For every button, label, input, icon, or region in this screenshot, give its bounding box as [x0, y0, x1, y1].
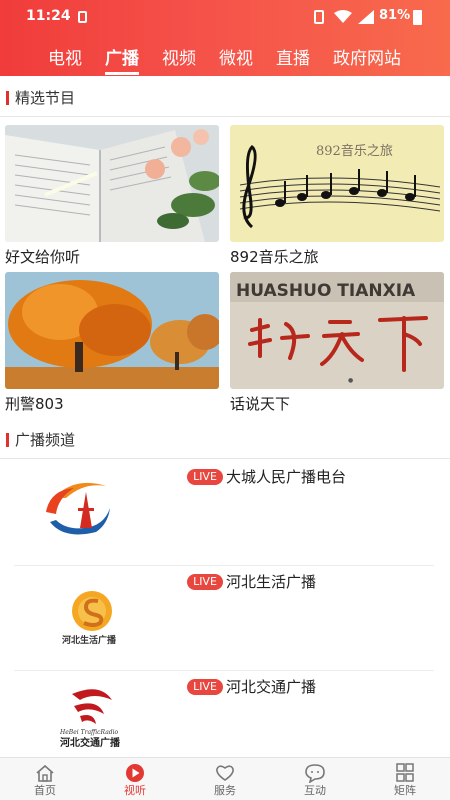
logo-text: 河北生活广播 [62, 634, 117, 646]
program-thumbnail[interactable] [5, 272, 219, 389]
active-tab-indicator [105, 72, 139, 75]
tab-live[interactable]: 直播 [276, 44, 310, 69]
channel-name: 河北生活广播 [226, 573, 317, 591]
svg-text:●: ● [348, 377, 353, 384]
nav-label: 服务 [214, 784, 236, 797]
live-badge: LIVE [187, 679, 223, 695]
play-icon [126, 764, 144, 782]
bottom-nav: 首页 视听 服务 互动 矩阵 [0, 757, 450, 800]
channel-divider [14, 565, 434, 566]
wifi-icon [334, 10, 352, 23]
battery-percent: 81% [379, 8, 411, 23]
program-thumbnail[interactable]: HUASHUO TIANXIA ● [230, 272, 444, 389]
vibrate-icon [314, 10, 324, 24]
status-bar: 11:24 81% [0, 0, 450, 34]
music-image-text: 892音乐之旅 [316, 143, 393, 159]
divider [0, 116, 450, 117]
tab-video[interactable]: 视频 [162, 44, 196, 69]
channels-title-text: 广播频道 [15, 431, 76, 449]
notification-icon [78, 11, 87, 23]
channel-logo: 河北生活广播 [14, 567, 174, 665]
channel-name: 大城人民广播电台 [226, 468, 347, 486]
section-marker [6, 433, 9, 447]
home-icon [36, 764, 54, 782]
channel-item-dacheng[interactable]: LIVE 大城人民广播电台 [14, 462, 434, 566]
nav-label: 互动 [304, 784, 326, 797]
logo-text: 河北交通广播 [60, 736, 121, 749]
tab-tv[interactable]: 电视 [48, 44, 82, 69]
nav-label: 视听 [124, 784, 146, 797]
live-badge: LIVE [187, 469, 223, 485]
nav-home[interactable]: 首页 [10, 758, 80, 800]
program-card-xingjing[interactable]: 刑警803 [5, 272, 219, 414]
nav-label: 矩阵 [394, 784, 416, 797]
program-card-music[interactable]: 892音乐之旅 892音乐之旅 [230, 125, 444, 267]
channel-logo: HeBei TrafficRadio 河北交通广播 [14, 672, 174, 770]
signal-icon [358, 10, 374, 24]
tab-gov-site[interactable]: 政府网站 [333, 44, 401, 69]
battery-icon [413, 10, 422, 25]
huashuo-image-text: HUASHUO TIANXIA [236, 281, 416, 301]
heart-icon [216, 765, 234, 781]
nav-service[interactable]: 服务 [190, 758, 260, 800]
program-thumbnail[interactable]: 892音乐之旅 [230, 125, 444, 242]
program-title: 892音乐之旅 [230, 248, 319, 266]
chat-icon [305, 764, 325, 783]
divider [0, 458, 450, 459]
nav-label: 首页 [34, 784, 56, 797]
category-tabs: 电视 广播 视频 微视 直播 政府网站 [0, 40, 450, 76]
program-title: 刑警803 [5, 395, 64, 413]
nav-media[interactable]: 视听 [100, 758, 170, 800]
featured-title-text: 精选节目 [15, 89, 76, 107]
logo-subtext: HeBei TrafficRadio [59, 729, 119, 736]
grid-icon [396, 763, 414, 782]
program-title: 话说天下 [230, 395, 291, 413]
section-marker [6, 91, 9, 105]
channel-item-hebei-life[interactable]: 河北生活广播 LIVE 河北生活广播 [14, 567, 434, 671]
nav-interact[interactable]: 互动 [280, 758, 350, 800]
nav-matrix[interactable]: 矩阵 [370, 758, 440, 800]
program-thumbnail[interactable] [5, 125, 219, 242]
live-badge: LIVE [187, 574, 223, 590]
program-title: 好文给你听 [5, 248, 81, 266]
top-header: 11:24 81% 电视 广播 视频 微视 直播 政府网站 [0, 0, 450, 76]
status-time: 11:24 [26, 8, 71, 24]
program-card-haowen[interactable]: 好文给你听 [5, 125, 219, 267]
channel-logo [14, 462, 174, 560]
tab-microvideo[interactable]: 微视 [219, 44, 253, 69]
program-card-huashuo[interactable]: HUASHUO TIANXIA ● 话说天下 [230, 272, 444, 414]
channel-name: 河北交通广播 [226, 678, 317, 696]
tab-radio[interactable]: 广播 [105, 44, 139, 69]
channel-divider [14, 670, 434, 671]
